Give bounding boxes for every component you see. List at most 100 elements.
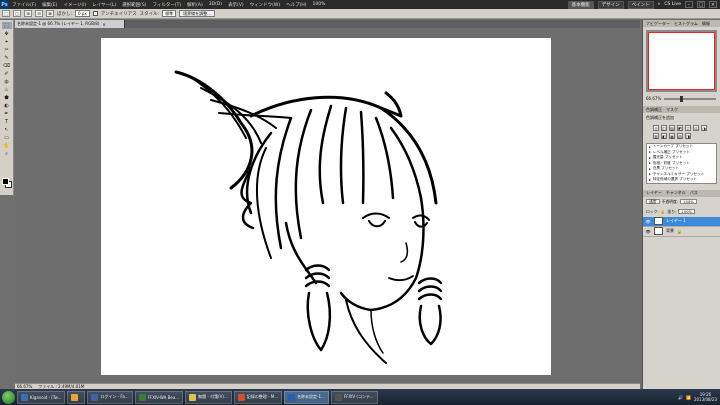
network-icon[interactable]: 📶: [686, 395, 691, 400]
taskbar-app-photoshop[interactable]: 名称未設定-1...: [284, 390, 329, 404]
zoom-slider-knob[interactable]: [679, 95, 683, 102]
menu-help[interactable]: ヘルプ(H): [283, 2, 309, 8]
menu-window[interactable]: ウィンドウ(W): [247, 2, 283, 8]
menu-edit[interactable]: 編集(E): [39, 2, 60, 8]
tab-adjustments[interactable]: 色調補正: [646, 107, 662, 113]
menu-view[interactable]: 表示(V): [225, 2, 247, 8]
layer-row-1[interactable]: 👁 レイヤー 1: [643, 216, 720, 227]
menu-file[interactable]: ファイル(F): [9, 2, 39, 8]
curves-icon[interactable]: ▨: [669, 125, 675, 131]
menu-analysis[interactable]: 解析(A): [184, 2, 206, 8]
navigator-view-box[interactable]: [648, 32, 715, 90]
tab-channels[interactable]: チャンネル: [666, 190, 686, 196]
fill-input[interactable]: 100%: [678, 209, 696, 214]
opacity-input[interactable]: 100%: [680, 199, 697, 204]
eraser-tool[interactable]: ⌫: [2, 62, 12, 69]
foreground-color-swatch[interactable]: [2, 178, 9, 185]
tab-paths[interactable]: パス: [690, 190, 698, 196]
channel-mixer-icon[interactable]: ▦: [669, 133, 675, 139]
workspace-painting[interactable]: ペイント: [627, 0, 654, 9]
style-select[interactable]: 標準: [162, 10, 177, 17]
document-tab-bar: 名称未設定-1 @ 66.7% (レイヤー 1, RGB/8) ×: [15, 20, 640, 28]
move-tool[interactable]: ✥: [2, 30, 12, 37]
taskbar-app[interactable]: FFXIV-WA Bea...: [134, 390, 184, 404]
pen-tool[interactable]: ✒: [2, 110, 12, 117]
lock-icon[interactable]: 🔒: [661, 209, 666, 214]
photo-filter-icon[interactable]: ◧: [661, 133, 667, 139]
workspace-essentials[interactable]: 基本機能: [567, 0, 594, 9]
taskbar-app[interactable]: 無題 - 付箋(V)...: [185, 390, 232, 404]
paint-bucket-tool[interactable]: ⬟: [2, 94, 12, 101]
volume-icon[interactable]: 🔊: [678, 395, 683, 400]
cs-live-button[interactable]: CS Live: [664, 2, 681, 7]
clock[interactable]: 19:26 2013/08/23: [694, 392, 717, 402]
exposure-icon[interactable]: ◩: [677, 125, 683, 131]
menu-image[interactable]: イメージ(I): [60, 2, 89, 8]
crop-tool[interactable]: ✂: [2, 46, 12, 53]
adjustments-icons: ☼ ◫ ▨ ◩ ▽ ⚖ ◑ ▥ ◧ ▦ ▧ ◨: [643, 123, 720, 141]
hue-sat-icon[interactable]: ⚖: [693, 125, 699, 131]
shape-tool[interactable]: ▭: [2, 134, 12, 141]
navigator-zoom-slider[interactable]: [664, 95, 716, 102]
color-balance-icon[interactable]: ◑: [701, 125, 707, 131]
marquee-tool[interactable]: ⬚: [1, 22, 12, 29]
close-icon[interactable]: ×: [709, 1, 717, 8]
menu-select[interactable]: 選択範囲(S): [119, 2, 149, 8]
marquee-tool-icon[interactable]: ⬚: [2, 10, 10, 17]
visibility-eye-icon[interactable]: 👁: [645, 218, 651, 224]
intersect-selection-icon[interactable]: ⊠: [46, 10, 54, 17]
taskbar-app[interactable]: 記録の整理 - M...: [233, 390, 283, 404]
blend-mode-select[interactable]: 通常: [646, 199, 660, 204]
refine-edge-button[interactable]: 境界線を調整...: [179, 10, 215, 17]
navigator-zoom-value[interactable]: 66.67%: [646, 96, 661, 101]
layer-row-background[interactable]: 👁 背景 🔒: [643, 227, 720, 237]
menu-filter[interactable]: フィルター(T): [149, 2, 184, 8]
black-white-icon[interactable]: ▥: [653, 133, 659, 139]
brightness-icon[interactable]: ☼: [653, 125, 659, 131]
type-tool[interactable]: T: [2, 118, 12, 125]
minimize-icon[interactable]: –: [685, 1, 693, 8]
tab-navigator[interactable]: ナビゲーター: [646, 21, 670, 27]
visibility-eye-icon[interactable]: 👁: [645, 228, 651, 234]
document-close-icon[interactable]: ×: [102, 22, 105, 27]
workspace-more-button[interactable]: »: [658, 2, 661, 7]
maximize-icon[interactable]: □: [697, 1, 705, 8]
taskbar-app[interactable]: [67, 390, 86, 404]
taskbar-app[interactable]: ログイン - Fa...: [87, 390, 133, 404]
system-tray: 🔊 📶 19:26 2013/08/23: [678, 392, 720, 402]
vibrance-icon[interactable]: ▽: [685, 125, 691, 131]
path-select-tool[interactable]: ↖: [2, 126, 12, 133]
clone-tool[interactable]: ◍: [2, 78, 12, 85]
hand-tool[interactable]: ✋: [2, 142, 12, 149]
taskbar-app[interactable]: FFXIV (コンテ...: [330, 390, 378, 404]
tab-histogram[interactable]: ヒストグラム: [674, 21, 698, 27]
antialias-checkbox[interactable]: [92, 11, 98, 16]
tab-layers[interactable]: レイヤー: [646, 190, 662, 196]
tab-info[interactable]: 情報: [702, 21, 710, 27]
new-selection-icon[interactable]: ▢: [13, 10, 21, 17]
document-tab[interactable]: 名称未設定-1 @ 66.7% (レイヤー 1, RGB/8) ×: [15, 20, 125, 28]
start-button[interactable]: [2, 390, 15, 404]
dodge-tool[interactable]: ◐: [2, 102, 12, 109]
history-brush-tool[interactable]: ♨: [2, 86, 12, 93]
taskbar-app[interactable]: Kiganoid - [Tw...: [17, 390, 66, 404]
zoom-tool[interactable]: ⌕: [2, 150, 12, 157]
tab-masks[interactable]: マスク: [666, 107, 678, 113]
lasso-tool[interactable]: ⌖: [2, 38, 12, 45]
expand-arrow-icon: ▸: [649, 161, 651, 166]
feather-input[interactable]: 0 px: [75, 10, 90, 17]
add-selection-icon[interactable]: ⊞: [24, 10, 32, 17]
subtract-selection-icon[interactable]: ⊟: [35, 10, 43, 17]
list-item[interactable]: ▸ 特定色域の選択 プリセット: [647, 177, 716, 183]
invert-icon[interactable]: ▧: [677, 133, 683, 139]
levels-icon[interactable]: ◫: [661, 125, 667, 131]
zoom-level[interactable]: 100%: [310, 2, 329, 7]
navigator-preview[interactable]: [646, 30, 717, 92]
workspace-design[interactable]: デザイン: [597, 0, 624, 9]
pencil-tool[interactable]: ✐: [2, 70, 12, 77]
brush-tool[interactable]: ✎: [2, 54, 12, 61]
posterize-icon[interactable]: ◨: [685, 133, 691, 139]
menu-layer[interactable]: レイヤー(L): [89, 2, 119, 8]
menu-3d[interactable]: 3D(D): [206, 2, 225, 7]
artboard[interactable]: [101, 38, 551, 375]
